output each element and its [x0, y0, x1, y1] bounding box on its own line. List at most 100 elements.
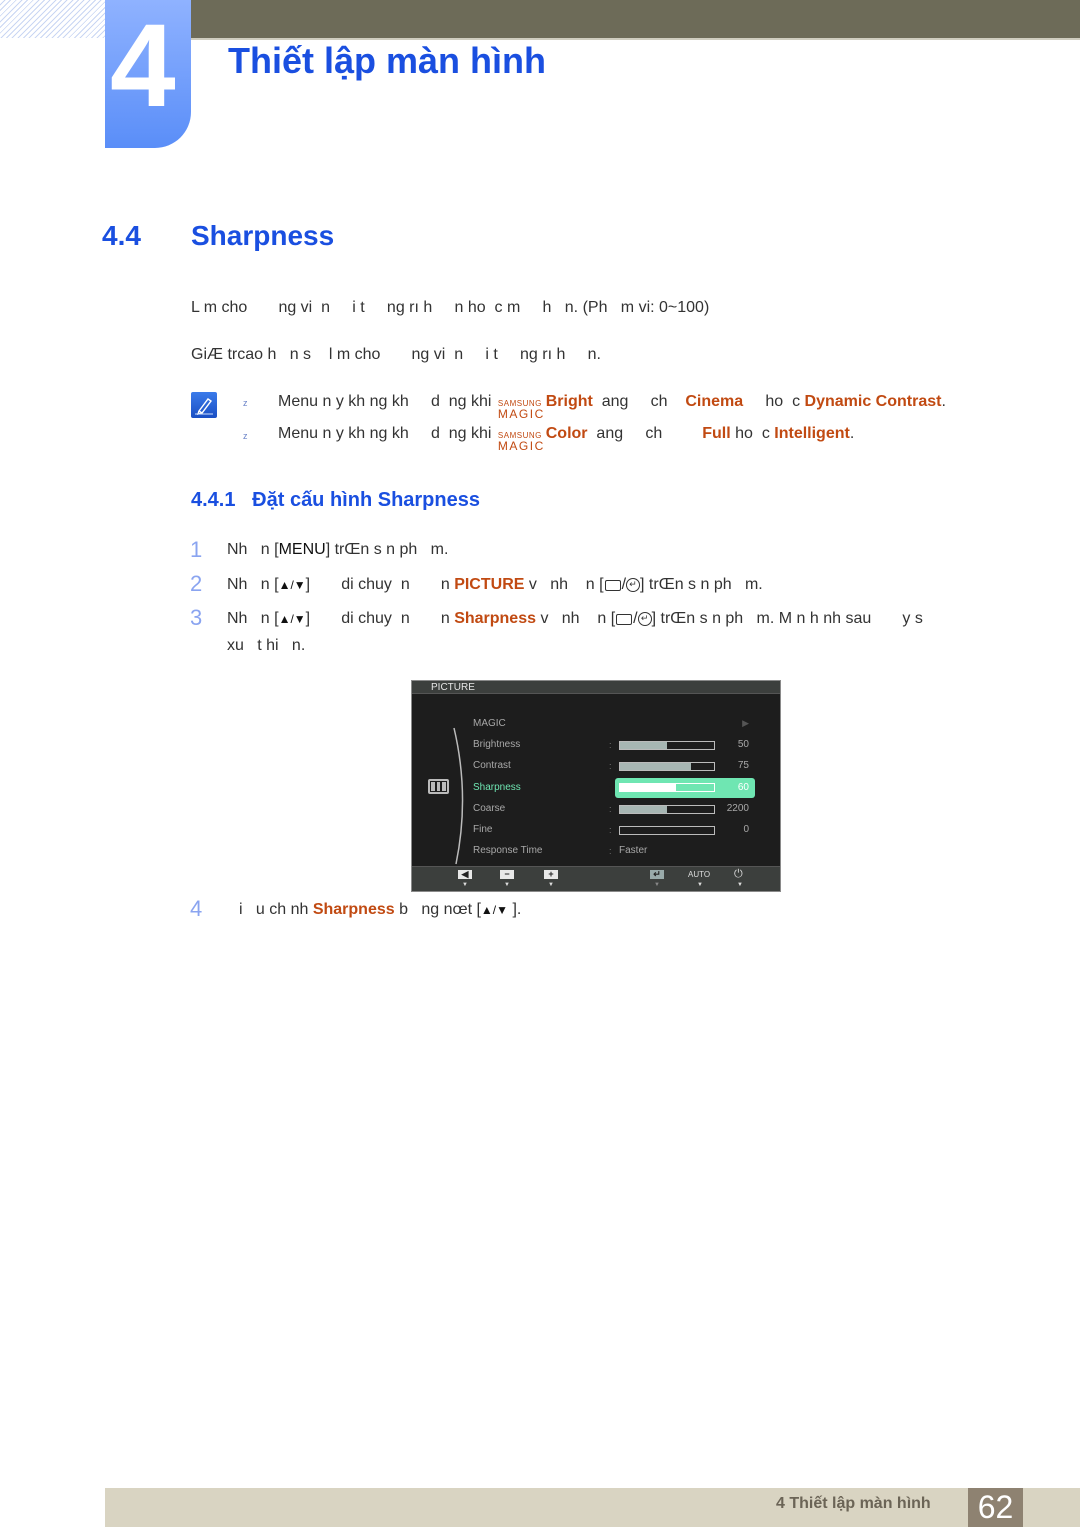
osd-slider-fine[interactable] — [619, 826, 715, 835]
slider-fill — [620, 784, 677, 791]
osd-item-contrast[interactable]: Contrast — [473, 760, 511, 771]
note-text: Menu n y kh ng kh d ng khi — [278, 425, 496, 442]
button-marker-icon: ▼ — [462, 882, 468, 888]
note-item: Menu n y kh ng kh d ng khi SAMSUNG MAGIC … — [278, 393, 946, 420]
up-down-arrow-icon: ▲/▼ — [480, 903, 508, 917]
section-description: L m cho ng vi n i t ng rı h n ho c m h n… — [191, 299, 710, 316]
osd-item-sharpness[interactable]: Sharpness — [473, 782, 521, 793]
step-text-part: ] trŒn s n ph m. M n h nh sau y s — [651, 610, 923, 627]
up-down-arrow-icon: ▲/▼ — [278, 578, 306, 592]
sharpness-label: Sharpness — [454, 610, 536, 627]
note-bullet: z — [243, 398, 248, 408]
osd-item-magic[interactable]: MAGIC — [473, 718, 506, 729]
step-text-part: ] di chuy n n — [305, 576, 455, 593]
plus-button-icon[interactable]: + — [544, 870, 558, 879]
picture-label: PICTURE — [454, 576, 525, 593]
header-bar — [190, 0, 1080, 38]
power-button-icon[interactable]: ⏻ — [734, 868, 743, 881]
source-button-icon — [604, 579, 621, 591]
osd-picture-menu: PICTURE ◀ ▼ − ▼ + ▼ ↵ ▼ AUTO ▼ ⏻ ▼ MAGIC… — [411, 680, 781, 892]
step-text-part: Nh n [ — [227, 610, 279, 627]
note-item: Menu n y kh ng kh d ng khi SAMSUNG MAGIC … — [278, 425, 854, 452]
note-text: ho c — [730, 425, 775, 442]
step-text-part: Nh n [ — [227, 576, 279, 593]
step-number: 2 — [190, 571, 203, 596]
button-marker-icon: ▼ — [737, 882, 743, 888]
osd-slider-brightness[interactable] — [619, 741, 715, 750]
osd-value: 75 — [737, 760, 749, 771]
mode-full: Full — [702, 425, 731, 442]
mode-dynamic-contrast: Dynamic Contrast — [804, 393, 942, 410]
osd-value: 50 — [737, 739, 749, 750]
subsection-number: 4.4.1 — [191, 489, 236, 511]
note-text: Menu n y kh ng kh d ng khi — [278, 393, 496, 410]
enter-icon: ↵ — [626, 578, 641, 592]
button-marker-icon: ▼ — [548, 882, 554, 888]
step-text-part: ] di chuy n n — [305, 610, 455, 627]
source-button-icon — [616, 613, 633, 625]
page-number: 62 — [968, 1488, 1023, 1527]
step-text: Nh n [▲/▼] di chuy n n PICTURE v nh n [/… — [227, 576, 763, 593]
step-number: 3 — [190, 605, 203, 630]
chapter-title: Thiết lập màn hình — [228, 40, 547, 81]
magic-bright-label: Bright — [545, 393, 593, 410]
slider-fill — [620, 806, 667, 813]
subsection-title: Đặt cấu hình Sharpness — [252, 489, 480, 511]
note-text: . — [941, 393, 946, 410]
step-text-part: v nh n [ — [524, 576, 604, 593]
section-description-2: GiÆ trcao h n s l m cho ng vi n i t ng r… — [191, 346, 601, 363]
up-down-arrow-icon: ▲/▼ — [278, 612, 306, 626]
step-text-part: ] trŒn s n ph m. — [640, 576, 763, 593]
note-bullet: z — [243, 431, 248, 441]
osd-separator: : — [609, 761, 612, 771]
sharpness-slider[interactable] — [619, 783, 715, 792]
samsung-magic-logo: SAMSUNG MAGIC — [497, 399, 545, 421]
osd-slider-coarse[interactable] — [619, 805, 715, 814]
osd-separator: : — [609, 804, 612, 814]
osd-separator: : — [609, 825, 612, 835]
osd-item-coarse[interactable]: Coarse — [473, 803, 505, 814]
auto-button[interactable]: AUTO — [688, 870, 710, 879]
osd-item-fine[interactable]: Fine — [473, 824, 492, 835]
submenu-arrow-icon: ▶ — [742, 718, 749, 728]
osd-button-bar: ◀ ▼ − ▼ + ▼ ↵ ▼ AUTO ▼ ⏻ ▼ — [412, 866, 780, 891]
step-text-part: v nh n [ — [536, 610, 616, 627]
note-pencil-icon — [191, 392, 217, 418]
note-text: ang ch — [592, 393, 686, 410]
step-text: i u ch nh Sharpness b ng nœt [▲/▼ ]. — [239, 901, 521, 919]
left-button-icon[interactable]: ◀ — [458, 870, 472, 879]
chapter-number: 4 — [110, 0, 176, 132]
osd-separator: : — [609, 783, 612, 793]
picture-menu-icon — [428, 779, 449, 794]
enter-button-icon[interactable]: ↵ — [650, 870, 664, 879]
samsung-magic-logo: SAMSUNG MAGIC — [497, 431, 545, 453]
step-text-part: i u ch nh — [239, 901, 313, 918]
step-text-part: b ng nœt [ — [394, 901, 481, 918]
magic-color-label: Color — [545, 425, 588, 442]
header-hatch-decoration — [0, 0, 105, 38]
subsection-heading: 4.4.1 Đặt cấu hình Sharpness — [191, 489, 480, 512]
mode-cinema: Cinema — [685, 393, 744, 410]
slider-fill — [620, 763, 691, 770]
footer-bar — [105, 1488, 1080, 1527]
button-marker-icon: ▼ — [697, 882, 703, 888]
osd-item-brightness[interactable]: Brightness — [473, 739, 520, 750]
section-number: 4.4 — [102, 220, 141, 251]
step-text-continued: xu t hi n. — [227, 637, 306, 654]
osd-item-response-time[interactable]: Response Time — [473, 845, 542, 856]
osd-separator: : — [609, 740, 612, 750]
osd-selection-highlight — [615, 778, 755, 798]
note-text: ho c — [743, 393, 805, 410]
osd-title: PICTURE — [412, 681, 780, 694]
step-number: 1 — [190, 537, 203, 562]
step-text: Nh n [▲/▼] di chuy n n Sharpness v nh n … — [227, 610, 923, 627]
minus-button-icon[interactable]: − — [500, 870, 514, 879]
menu-key-label: MENU — [278, 541, 326, 558]
osd-response-time-value: Faster — [619, 845, 648, 856]
section-title: Sharpness — [191, 220, 335, 251]
osd-slider-contrast[interactable] — [619, 762, 715, 771]
button-marker-icon: ▼ — [654, 882, 660, 888]
sharpness-label: Sharpness — [312, 901, 395, 918]
mode-intelligent: Intelligent — [774, 425, 850, 442]
enter-icon: ↵ — [637, 612, 652, 626]
